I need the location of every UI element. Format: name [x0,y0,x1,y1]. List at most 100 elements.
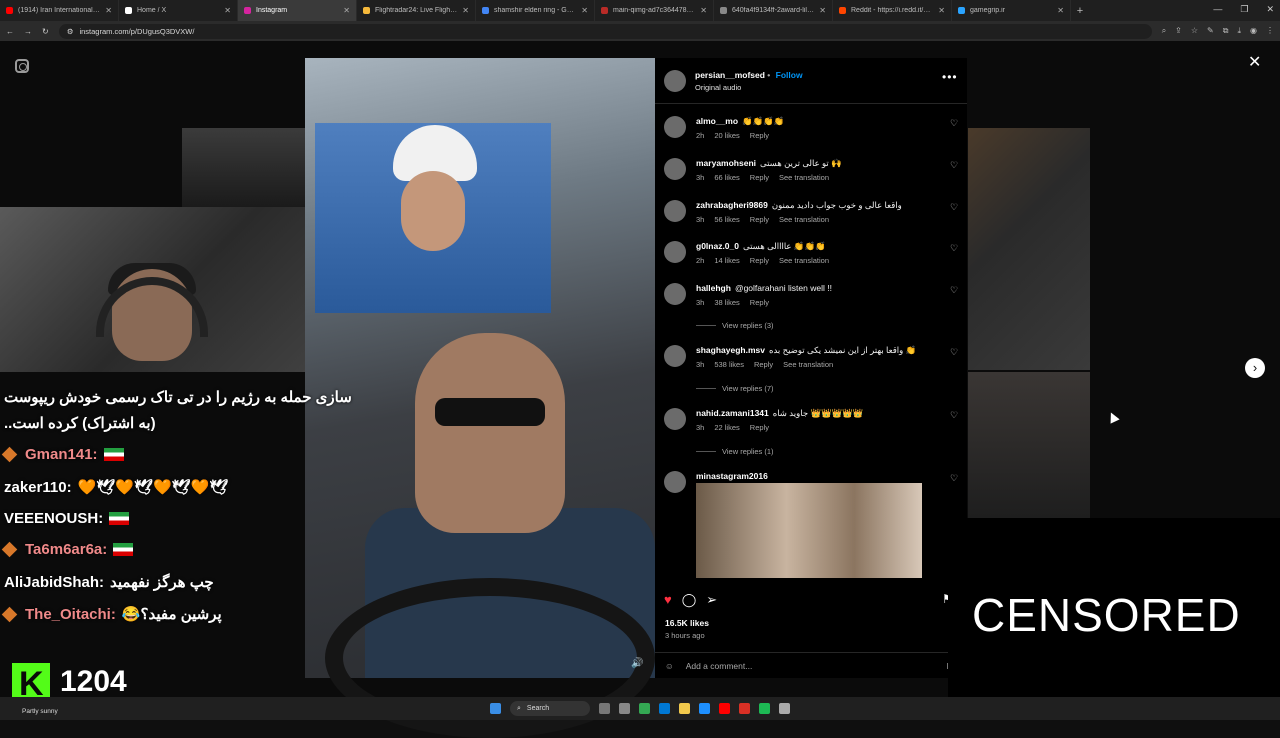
tab-close-icon[interactable]: ✕ [700,6,707,15]
comment-like-heart-icon[interactable]: ♡ [950,160,958,171]
follow-button[interactable]: Follow [776,70,803,80]
menu-kebab-icon[interactable]: ⋮ [1266,26,1274,36]
tab-close-icon[interactable]: ✕ [224,6,231,15]
chat-username[interactable]: The_Oitachi: [25,606,116,623]
reload-icon[interactable]: ↻ [42,27,49,36]
tab-close-icon[interactable]: ✕ [462,6,469,15]
chat-username[interactable]: Ta6m6ar6a: [25,541,107,558]
comment-username[interactable]: almo__mo [696,116,738,126]
browser-tab[interactable]: (1914) Iran International - YouTu ✕ [0,0,119,21]
comment-likes[interactable]: 66 likes [714,173,739,182]
comment-likes[interactable]: 56 likes [714,215,739,224]
restore-icon[interactable]: ❐ [1240,4,1248,15]
browser-tab[interactable]: Home / X ✕ [119,0,238,21]
browser-tab[interactable]: Flightradar24: Live Flight Tracke ✕ [357,0,476,21]
comment-username[interactable]: hallehgh [696,283,731,293]
likes-count[interactable]: 16.5K likes [665,618,709,628]
view-replies-link[interactable]: View replies (3) [696,321,774,330]
comment-username[interactable]: g0lnaz.0_0 [696,241,739,251]
edge-icon[interactable] [659,703,670,714]
comment-username[interactable]: nahid.zamani1341 [696,408,769,418]
see-translation-link[interactable]: See translation [779,173,829,182]
reply-button[interactable]: Reply [750,173,769,182]
see-translation-link[interactable]: See translation [783,360,833,369]
commenter-avatar[interactable] [664,408,686,430]
post-username[interactable]: persian__mofsed [695,70,765,80]
see-translation-link[interactable]: See translation [779,256,829,265]
minimize-icon[interactable]: — [1213,4,1222,15]
comment-likes[interactable]: 14 likes [714,256,739,265]
comment-username[interactable]: zahrabagheri9869 [696,200,768,210]
taskbar-search[interactable]: ⌕ Search [510,701,590,716]
zoom-icon[interactable]: ⌕ [1162,26,1166,36]
commenter-avatar[interactable] [664,241,686,263]
chat-username[interactable]: Gman141: [25,446,98,463]
see-translation-link[interactable]: See translation [779,215,829,224]
emoji-icon[interactable]: ☺ [665,661,674,671]
add-comment-input[interactable]: Add a comment... [686,661,753,671]
commenter-avatar[interactable] [664,200,686,222]
comment-likes[interactable]: 538 likes [714,360,744,369]
site-info-icon[interactable]: ⚙ [67,27,74,36]
comment-likes[interactable]: 22 likes [714,423,739,432]
share-plane-icon[interactable]: ➢ [706,592,717,608]
chrome-icon[interactable] [639,703,650,714]
tab-close-icon[interactable]: ✕ [343,6,350,15]
comment-username[interactable]: minastagram2016 [696,471,768,481]
comment-like-heart-icon[interactable]: ♡ [950,347,958,358]
terminal-icon[interactable] [619,703,630,714]
reply-button[interactable]: Reply [750,131,769,140]
comment-like-heart-icon[interactable]: ♡ [950,285,958,296]
comment-like-heart-icon[interactable]: ♡ [950,410,958,421]
spotify-icon[interactable] [759,703,770,714]
browser-tab[interactable]: Reddit - https://i.redd.it/svg4js... ✕ [833,0,952,21]
reply-button[interactable]: Reply [750,256,769,265]
commenter-avatar[interactable] [664,283,686,305]
extension-icon[interactable]: ✎ [1207,26,1214,36]
instagram-icon[interactable] [15,59,29,73]
reel-video[interactable]: 🔊 [305,58,655,738]
new-tab-button[interactable]: + [1071,5,1089,17]
tab-close-icon[interactable]: ✕ [581,6,588,15]
weather-widget[interactable]: Partly sunny [22,708,58,715]
chat-username[interactable]: VEEENOUSH: [4,510,103,527]
forward-icon[interactable]: → [24,27,32,36]
comment-image[interactable] [696,483,922,578]
comment-username[interactable]: maryamohseni [696,158,756,168]
extensions-puzzle-icon[interactable]: ⧉ [1223,26,1229,36]
comment-like-heart-icon[interactable]: ♡ [950,473,958,484]
comment-like-heart-icon[interactable]: ♡ [950,202,958,213]
audio-icon[interactable]: 🔊 [631,658,643,669]
original-audio-link[interactable]: Original audio [695,83,741,92]
browser-tab[interactable]: shamshir elden ring - Google Se ✕ [476,0,595,21]
comment-bubble-icon[interactable]: ◯ [682,592,697,608]
like-heart-icon[interactable]: ♥ [664,592,672,608]
comment-likes[interactable]: 38 likes [714,298,739,307]
chat-username[interactable]: zaker110: [4,479,72,496]
poster-avatar[interactable] [664,70,686,92]
next-post-arrow-icon[interactable]: › [1245,358,1265,378]
view-replies-link[interactable]: View replies (7) [696,384,774,393]
share-icon[interactable]: ⇪ [1175,26,1182,36]
tab-close-icon[interactable]: ✕ [938,6,945,15]
browser-tab[interactable]: main-qimg-ad7c364478dfe790c ✕ [595,0,714,21]
url-field[interactable]: ⚙ instagram.com/p/DUgusQ3DVXW/ [58,23,1152,39]
profile-avatar-icon[interactable]: ◉ [1250,26,1257,36]
browser-tab[interactable]: Instagram ✕ [238,0,357,21]
close-modal-icon[interactable]: ✕ [1248,52,1261,72]
browser-tab[interactable]: 640fa4f9134ff-2award-lil-04.jpg ✕ [714,0,833,21]
view-replies-link[interactable]: View replies (1) [696,447,774,456]
comment-like-heart-icon[interactable]: ♡ [950,118,958,129]
comment-username[interactable]: shaghayegh.msv [696,345,765,355]
reply-button[interactable]: Reply [750,423,769,432]
file-explorer-icon[interactable] [679,703,690,714]
more-options-icon[interactable]: ••• [942,70,958,84]
tab-close-icon[interactable]: ✕ [105,6,112,15]
tab-close-icon[interactable]: ✕ [1057,6,1064,15]
reply-button[interactable]: Reply [750,298,769,307]
comment-like-heart-icon[interactable]: ♡ [950,243,958,254]
bookmark-star-icon[interactable]: ☆ [1191,26,1198,36]
browser-tab[interactable]: gamegrip.ir ✕ [952,0,1071,21]
gmail-icon[interactable] [739,703,750,714]
settings-icon[interactable] [779,703,790,714]
